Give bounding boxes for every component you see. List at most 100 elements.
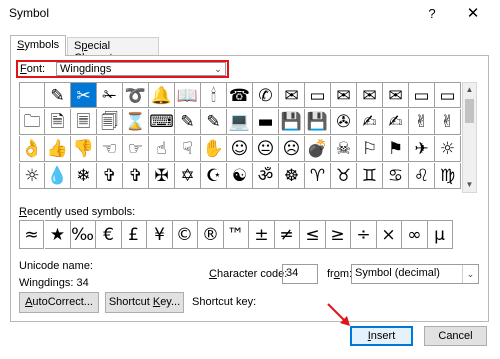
tab-special-characters[interactable]: Special Characters — [67, 37, 159, 64]
autocorrect-button[interactable]: AutoCorrect... — [19, 292, 99, 313]
symbol-cell[interactable]: 👎 — [71, 136, 97, 162]
symbol-cell[interactable]: ✌ — [409, 109, 435, 135]
symbol-cell[interactable]: ☪ — [201, 163, 227, 189]
recent-symbol-cell[interactable]: ± — [249, 220, 275, 249]
symbol-cell[interactable]: ✍ — [357, 109, 383, 135]
symbol-cell[interactable]: ⚐ — [357, 136, 383, 162]
symbol-cell[interactable]: 💾 — [305, 109, 331, 135]
symbol-cell[interactable]: ✈ — [409, 136, 435, 162]
symbol-cell[interactable]: ☸ — [279, 163, 305, 189]
symbol-cell[interactable]: ✞ — [97, 163, 123, 189]
symbol-cell[interactable]: ॐ — [253, 163, 279, 189]
recent-symbol-cell[interactable]: ★ — [45, 220, 71, 249]
recent-symbol-cell[interactable]: × — [376, 220, 402, 249]
symbol-cell[interactable]: ✎ — [201, 109, 227, 135]
recent-symbol-cell[interactable]: ≥ — [325, 220, 351, 249]
symbol-cell[interactable]: 💾 — [279, 109, 305, 135]
symbol-cell[interactable]: ☜ — [97, 136, 123, 162]
symbol-cell[interactable]: 🕯 — [201, 82, 227, 108]
help-button[interactable]: ? — [421, 4, 443, 24]
symbol-cell[interactable]: ✞ — [123, 163, 149, 189]
symbol-cell[interactable]: ✆ — [253, 82, 279, 108]
symbol-cell[interactable]: ✉ — [279, 82, 305, 108]
symbol-cell[interactable]: ☎ — [227, 82, 253, 108]
recent-symbol-cell[interactable]: ≈ — [19, 220, 44, 249]
symbol-cell[interactable]: ▭ — [409, 82, 435, 108]
close-button[interactable]: ✕ — [461, 4, 485, 24]
symbol-cell[interactable]: ☠ — [331, 136, 357, 162]
symbol-cell[interactable]: ▬ — [253, 109, 279, 135]
recent-symbol-cell[interactable]: ‰ — [70, 220, 96, 249]
symbol-cell[interactable]: ♍ — [435, 163, 461, 189]
symbol-cell[interactable]: ✡ — [175, 163, 201, 189]
scroll-up-icon[interactable]: ▲ — [463, 83, 476, 97]
insert-button[interactable]: Insert — [350, 326, 413, 346]
symbol-cell[interactable]: ♊ — [357, 163, 383, 189]
symbol-cell[interactable]: 📖 — [175, 82, 201, 108]
symbol-cell[interactable]: ♉ — [331, 163, 357, 189]
symbol-cell[interactable]: ✎ — [45, 82, 71, 108]
symbol-cell[interactable]: ♌ — [409, 163, 435, 189]
recent-symbol-cell[interactable]: £ — [121, 220, 147, 249]
symbol-cell[interactable]: 🗏 — [71, 109, 97, 135]
symbol-cell[interactable]: ✌ — [435, 109, 461, 135]
symbol-cell[interactable]: ☼ — [19, 163, 45, 189]
symbol-cell[interactable]: ✁ — [97, 82, 123, 108]
symbol-cell[interactable]: ☟ — [175, 136, 201, 162]
character-code-input[interactable]: 34 — [282, 264, 318, 284]
symbol-cell[interactable]: ❄ — [71, 163, 97, 189]
symbol-cell[interactable]: 🗎 — [45, 109, 71, 135]
font-dropdown[interactable]: Wingdings ⌄ — [56, 62, 226, 76]
shortcut-key-button[interactable]: Shortcut Key... — [105, 292, 184, 313]
recent-symbol-cell[interactable]: ™ — [223, 220, 249, 249]
symbol-cell[interactable]: ➰ — [123, 82, 149, 108]
symbol-cell[interactable]: 🗀 — [19, 109, 45, 135]
recent-symbol-cell[interactable]: © — [172, 220, 198, 249]
from-dropdown[interactable]: Symbol (decimal) ⌄ — [351, 264, 479, 284]
symbol-cell[interactable]: ⚑ — [383, 136, 409, 162]
symbol-cell[interactable]: ✠ — [149, 163, 175, 189]
symbol-cell[interactable] — [19, 82, 45, 108]
recent-symbol-cell[interactable]: € — [96, 220, 122, 249]
symbol-cell[interactable]: 🗐 — [97, 109, 123, 135]
symbol-cell[interactable]: ☹ — [279, 136, 305, 162]
symbol-cell[interactable]: 💧 — [45, 163, 71, 189]
symbol-cell[interactable]: ▭ — [305, 82, 331, 108]
symbol-cell[interactable]: ✉ — [357, 82, 383, 108]
recent-symbol-cell[interactable]: ® — [198, 220, 224, 249]
symbol-cell[interactable]: ✉ — [383, 82, 409, 108]
recent-symbol-cell[interactable]: ≤ — [300, 220, 326, 249]
symbol-cell[interactable]: ☯ — [227, 163, 253, 189]
scroll-down-icon[interactable]: ▼ — [463, 178, 476, 192]
symbol-cell[interactable]: ☼ — [435, 136, 461, 162]
symbol-cell[interactable]: ♈ — [305, 163, 331, 189]
symbol-cell[interactable]: ☞ — [123, 136, 149, 162]
symbol-cell[interactable]: ☺ — [227, 136, 253, 162]
symbol-cell[interactable]: 👌 — [19, 136, 45, 162]
symbol-cell[interactable]: ♋ — [383, 163, 409, 189]
recent-symbol-cell[interactable]: µ — [427, 220, 453, 249]
symbol-cell[interactable]: ✉ — [331, 82, 357, 108]
recent-symbol-cell[interactable]: ¥ — [147, 220, 173, 249]
recent-symbol-cell[interactable]: ÷ — [351, 220, 377, 249]
symbol-cell[interactable]: ✋ — [201, 136, 227, 162]
symbol-cell[interactable]: ▭ — [435, 82, 461, 108]
symbol-cell[interactable]: 😐 — [253, 136, 279, 162]
symbol-cell[interactable]: 👍 — [45, 136, 71, 162]
symbol-cell[interactable]: ⌛ — [123, 109, 149, 135]
scroll-thumb[interactable] — [465, 99, 474, 123]
cancel-button[interactable]: Cancel — [424, 326, 487, 346]
symbol-cell[interactable]: 💣 — [305, 136, 331, 162]
recent-symbol-cell[interactable]: ≠ — [274, 220, 300, 249]
symbol-cell[interactable]: 💻 — [227, 109, 253, 135]
symbol-cell[interactable]: ✇ — [331, 109, 357, 135]
symbol-cell[interactable]: ✍ — [383, 109, 409, 135]
symbol-cell[interactable]: ✎ — [175, 109, 201, 135]
symbol-cell[interactable]: ☝ — [149, 136, 175, 162]
recent-symbol-cell[interactable]: ∞ — [402, 220, 428, 249]
symbol-cell[interactable]: ✂ — [71, 82, 97, 108]
tab-symbols[interactable]: Symbols — [10, 35, 66, 56]
symbol-cell[interactable]: ⌨ — [149, 109, 175, 135]
symbol-grid-scrollbar[interactable]: ▲ ▼ — [462, 82, 477, 193]
symbol-cell[interactable]: 🔔 — [149, 82, 175, 108]
